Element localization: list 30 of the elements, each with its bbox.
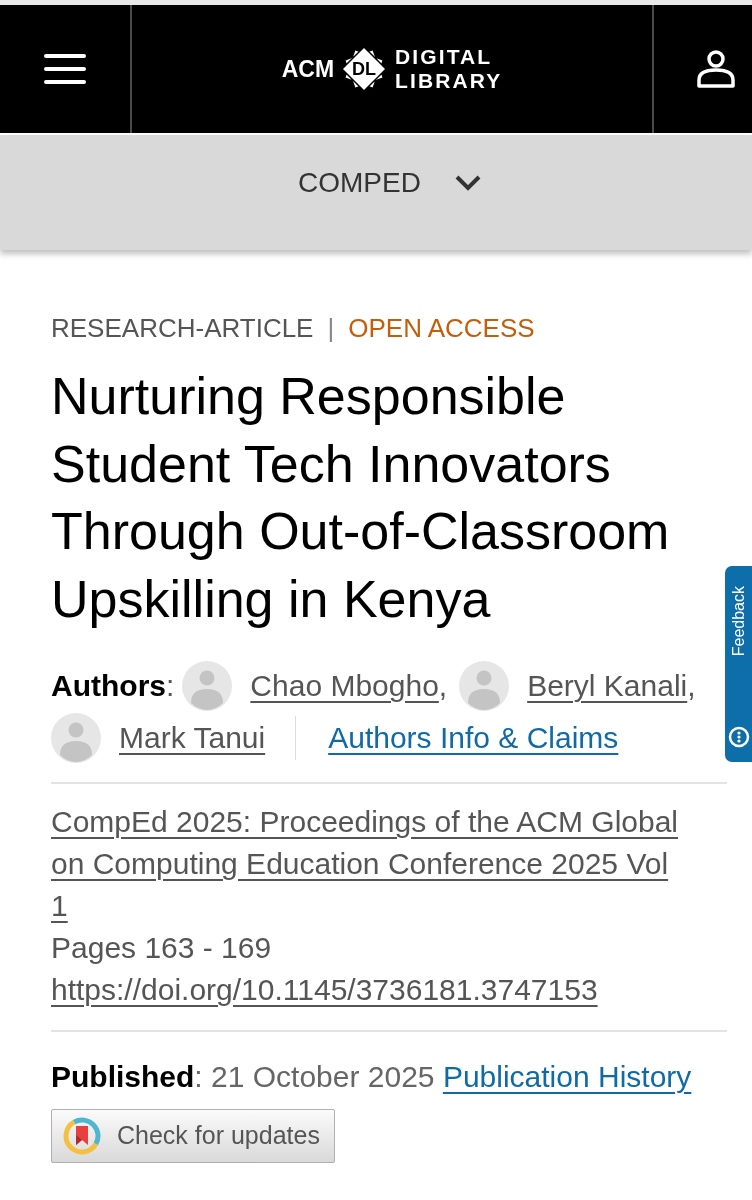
logo-text: DIGITAL <box>395 45 494 69</box>
separator-text: | <box>327 311 335 345</box>
article-title: Nurturing Responsible Student Tech Innovators Through Out-of-Classroom Upskilling in Kenya <box>51 366 671 630</box>
author-link[interactable]: Mark Tanui <box>119 713 266 763</box>
comma-text: , <box>438 668 448 704</box>
logo-text: ACM <box>281 57 335 81</box>
avatar-icon <box>51 713 101 763</box>
proceedings-link[interactable]: CompEd 2025: Proceedings of the ACM Global on Computing Education Conference 2025 Vol 1 <box>51 801 688 927</box>
publication-history-link[interactable]: Publication History <box>442 1060 692 1093</box>
menu-icon <box>44 54 86 84</box>
author-link[interactable]: Chao Mbogho <box>250 661 439 711</box>
pages-text: Pages 163 - 169 <box>51 930 273 966</box>
avatar-icon <box>182 661 233 711</box>
comma-text: , <box>687 668 696 704</box>
authors-label: Authors: <box>51 668 175 704</box>
doi-link[interactable]: https://doi.org/10.1145/3736181.3747153 <box>51 969 598 1011</box>
bookmark-ring-icon <box>63 1117 101 1155</box>
feedback-tab[interactable]: Feedback <box>725 566 752 762</box>
access-label: OPEN ACCESS <box>348 311 535 345</box>
article-type: RESEARCH-ARTICLE <box>51 311 314 345</box>
chat-bubble-icon <box>727 726 750 748</box>
user-icon <box>696 49 736 89</box>
authors-info-link[interactable]: Authors Info & Claims <box>328 713 619 763</box>
check-updates-button[interactable]: Check for updates <box>51 1109 335 1163</box>
logo-text: LIBRARY <box>395 69 503 93</box>
avatar-icon <box>459 661 510 711</box>
author-link[interactable]: Beryl Kanali <box>527 661 688 711</box>
logo-mark: DL <box>352 60 377 78</box>
published-date: Published: 21 October 2025 <box>51 1060 435 1093</box>
journal-dropdown[interactable]: COMPED <box>298 164 482 201</box>
